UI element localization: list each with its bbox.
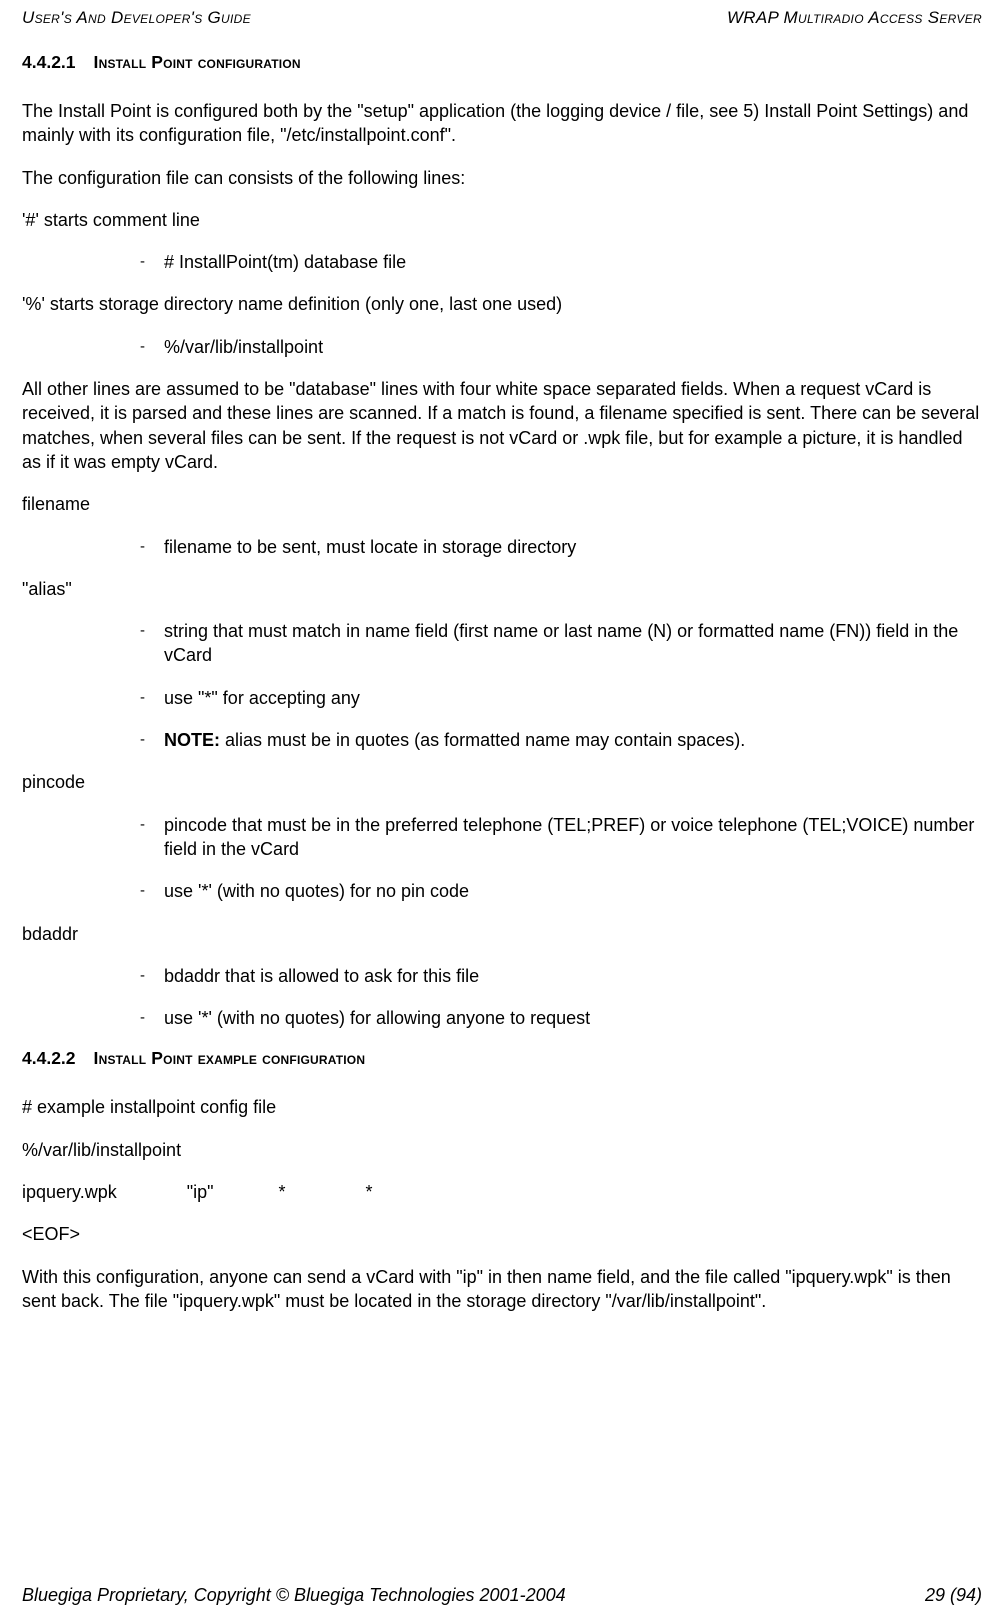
header-right: WRAP Multiradio Access Server bbox=[727, 8, 982, 28]
list-item: use '*' (with no quotes) for no pin code bbox=[22, 879, 982, 903]
page-header: User's And Developer's Guide WRAP Multir… bbox=[22, 0, 982, 34]
list: %/var/lib/installpoint bbox=[22, 335, 982, 359]
section-heading-2: 4.4.2.2 Install Point example configurati… bbox=[22, 1048, 982, 1069]
paragraph: %/var/lib/installpoint bbox=[22, 1138, 982, 1162]
list-item: bdaddr that is allowed to ask for this f… bbox=[22, 964, 982, 988]
section-number: 4.4.2.1 bbox=[22, 52, 76, 72]
paragraph: With this configuration, anyone can send… bbox=[22, 1265, 982, 1314]
note-text: alias must be in quotes (as formatted na… bbox=[220, 730, 745, 750]
section-heading-1: 4.4.2.1 Install Point configuration bbox=[22, 52, 982, 73]
paragraph: '#' starts comment line bbox=[22, 208, 982, 232]
section-title: Install Point example configuration bbox=[94, 1048, 366, 1068]
list: string that must match in name field (fi… bbox=[22, 619, 982, 752]
list-item: NOTE: alias must be in quotes (as format… bbox=[22, 728, 982, 752]
list: bdaddr that is allowed to ask for this f… bbox=[22, 964, 982, 1031]
list-item: use '*' (with no quotes) for allowing an… bbox=[22, 1006, 982, 1030]
paragraph: bdaddr bbox=[22, 922, 982, 946]
paragraph: ipquery.wpk "ip" * * bbox=[22, 1180, 982, 1204]
header-left: User's And Developer's Guide bbox=[22, 8, 251, 28]
list-item: use "*" for accepting any bbox=[22, 686, 982, 710]
list-item: pincode that must be in the preferred te… bbox=[22, 813, 982, 862]
list-item: %/var/lib/installpoint bbox=[22, 335, 982, 359]
list: pincode that must be in the preferred te… bbox=[22, 813, 982, 904]
list-item: string that must match in name field (fi… bbox=[22, 619, 982, 668]
paragraph: '%' starts storage directory name defini… bbox=[22, 292, 982, 316]
list: # InstallPoint(tm) database file bbox=[22, 250, 982, 274]
page-footer: Bluegiga Proprietary, Copyright © Bluegi… bbox=[22, 1585, 982, 1606]
paragraph: The configuration file can consists of t… bbox=[22, 166, 982, 190]
paragraph: # example installpoint config file bbox=[22, 1095, 982, 1119]
footer-left: Bluegiga Proprietary, Copyright © Bluegi… bbox=[22, 1585, 566, 1606]
list-item: # InstallPoint(tm) database file bbox=[22, 250, 982, 274]
paragraph: pincode bbox=[22, 770, 982, 794]
section-number: 4.4.2.2 bbox=[22, 1048, 76, 1068]
paragraph: The Install Point is configured both by … bbox=[22, 99, 982, 148]
paragraph: <EOF> bbox=[22, 1222, 982, 1246]
paragraph: "alias" bbox=[22, 577, 982, 601]
footer-right: 29 (94) bbox=[925, 1585, 982, 1606]
list-item: filename to be sent, must locate in stor… bbox=[22, 535, 982, 559]
note-label: NOTE: bbox=[164, 730, 220, 750]
paragraph: All other lines are assumed to be "datab… bbox=[22, 377, 982, 474]
section-title: Install Point configuration bbox=[94, 52, 301, 72]
list: filename to be sent, must locate in stor… bbox=[22, 535, 982, 559]
paragraph: filename bbox=[22, 492, 982, 516]
